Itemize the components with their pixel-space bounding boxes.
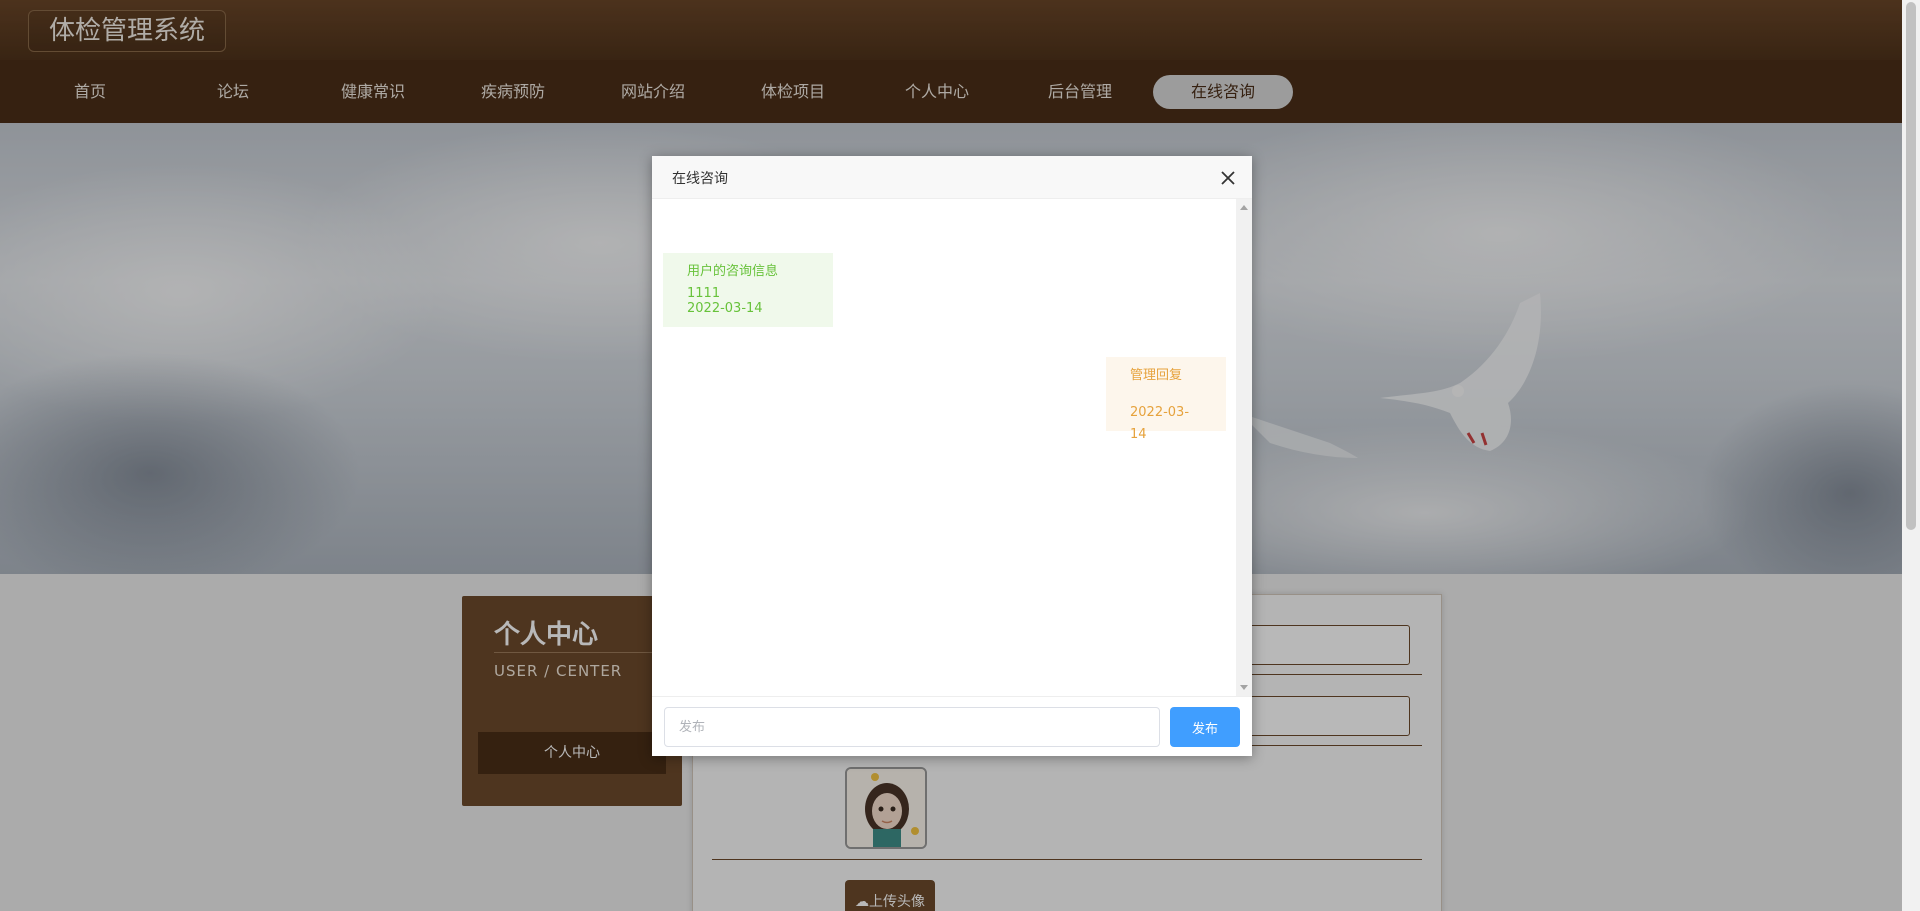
chat-message-date: 2022-03-14 bbox=[687, 301, 763, 316]
scroll-down-icon[interactable] bbox=[1240, 685, 1248, 690]
dialog-header: 在线咨询 bbox=[652, 156, 1252, 199]
chat-scrollbar[interactable] bbox=[1236, 199, 1252, 696]
chat-message-text: 用户的咨询信息1111 bbox=[687, 264, 779, 301]
chat-message-date: 2022-03-14 bbox=[1130, 405, 1190, 442]
chat-message-text: 管理回复 bbox=[1130, 368, 1183, 383]
chat-message-list[interactable]: 用户的咨询信息1111 2022-03-14 管理回复 2022-03-14 bbox=[652, 199, 1236, 696]
page-scrollbar-thumb[interactable] bbox=[1906, 2, 1916, 530]
page-scrollbar[interactable] bbox=[1902, 0, 1920, 911]
online-consult-dialog: 在线咨询 用户的咨询信息1111 2022-03-14 管理回复 2022-03… bbox=[652, 156, 1252, 756]
chat-input[interactable] bbox=[664, 707, 1160, 747]
chat-message-admin: 管理回复 2022-03-14 bbox=[1106, 357, 1226, 442]
close-icon[interactable] bbox=[1218, 168, 1238, 188]
scroll-up-icon[interactable] bbox=[1240, 205, 1248, 210]
dialog-title: 在线咨询 bbox=[672, 171, 728, 187]
dialog-footer: 发布 bbox=[652, 696, 1252, 756]
chat-message-user: 用户的咨询信息1111 2022-03-14 bbox=[663, 253, 833, 327]
send-button[interactable]: 发布 bbox=[1170, 707, 1240, 747]
